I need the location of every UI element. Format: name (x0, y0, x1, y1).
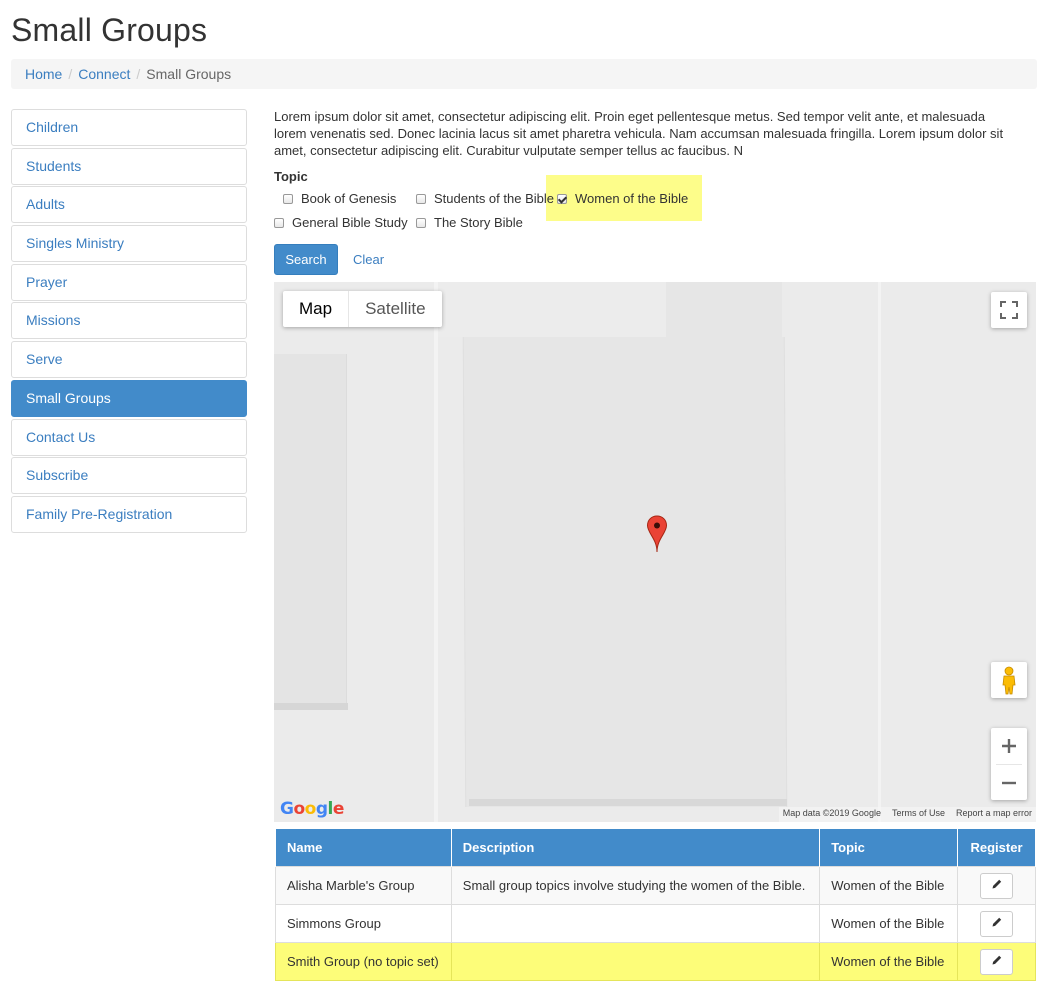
cell-register (957, 866, 1036, 905)
column-header-topic[interactable]: Topic (819, 828, 959, 867)
fullscreen-button[interactable] (991, 292, 1027, 328)
pencil-icon (992, 955, 1001, 964)
sidebar-item-small-groups[interactable]: Small Groups (11, 379, 247, 417)
groups-table: Name Description Topic Register Alisha M… (275, 828, 1036, 981)
register-button[interactable] (980, 910, 1014, 937)
checkbox-checked[interactable] (557, 193, 567, 204)
fullscreen-icon (1000, 301, 1018, 319)
topic-option-label: General Bible Study (292, 215, 408, 230)
map-building-edge (469, 799, 787, 806)
plus-icon (1002, 739, 1016, 753)
column-header-name[interactable]: Name (275, 828, 452, 867)
topic-option-label: Students of the Bible (434, 191, 554, 206)
topic-option-label: Women of the Bible (575, 191, 689, 206)
topic-option-the-story-bible[interactable]: The Story Bible (416, 215, 523, 230)
zoom-out-button[interactable] (991, 765, 1027, 801)
map-building (437, 282, 666, 337)
topic-option-students-of-the-bible[interactable]: Students of the Bible (416, 191, 554, 206)
register-button[interactable] (980, 872, 1014, 899)
sidebar-item-missions[interactable]: Missions (11, 302, 247, 340)
topic-option-book-of-genesis[interactable]: Book of Genesis (283, 191, 396, 206)
sidebar-item-serve[interactable]: Serve (11, 341, 247, 379)
sidebar-item-singles-ministry[interactable]: Singles Ministry (11, 225, 247, 263)
search-button[interactable]: Search (274, 244, 338, 275)
breadcrumb-separator: / (136, 66, 141, 82)
cell-description: Small group topics involve studying the … (450, 866, 821, 905)
breadcrumb: Home / Connect / Small Groups (11, 59, 1037, 89)
table-row[interactable]: Simmons Group Women of the Bible (275, 904, 1036, 943)
topic-option-women-of-the-bible[interactable]: Women of the Bible (557, 191, 688, 206)
topic-option-label: The Story Bible (434, 215, 523, 230)
breadcrumb-connect[interactable]: Connect (78, 66, 130, 82)
table-row[interactable]: Alisha Marble's Group Small group topics… (275, 866, 1036, 905)
page-title: Small Groups (11, 12, 208, 48)
map-building-edge (274, 703, 348, 710)
sidebar-item-students[interactable]: Students (11, 147, 247, 185)
map-report-error-link[interactable]: Report a map error (956, 808, 1032, 821)
cell-topic: Women of the Bible (819, 942, 959, 981)
sidebar-item-adults[interactable]: Adults (11, 186, 247, 224)
pencil-icon (992, 879, 1001, 888)
street-view-pegman-button[interactable] (991, 662, 1027, 698)
register-button[interactable] (980, 948, 1014, 975)
checkbox[interactable] (283, 193, 293, 204)
map-road (434, 282, 438, 822)
zoom-control (991, 728, 1027, 800)
cell-register (957, 942, 1036, 981)
map-marker-icon[interactable] (646, 515, 668, 556)
topic-option-general-bible-study[interactable]: General Bible Study (274, 215, 408, 230)
sidebar-item-prayer[interactable]: Prayer (11, 263, 247, 301)
cell-register (957, 904, 1036, 943)
sidebar-item-family-pre-registration[interactable]: Family Pre-Registration (11, 495, 247, 533)
map-type-control: Map Satellite (283, 291, 442, 327)
pencil-icon (992, 917, 1001, 926)
map-road (878, 282, 881, 822)
sidebar-item-subscribe[interactable]: Subscribe (11, 457, 247, 495)
map-building (666, 282, 782, 339)
map-type-map-button[interactable]: Map (283, 291, 350, 327)
intro-text: Lorem ipsum dolor sit amet, consectetur … (274, 109, 1004, 158)
map-type-satellite-button[interactable]: Satellite (349, 291, 441, 327)
pegman-icon (1002, 666, 1016, 695)
cell-topic: Women of the Bible (819, 904, 959, 943)
map-attribution-bar: Map data ©2019 Google Terms of Use Repor… (778, 807, 1036, 822)
table-row[interactable]: Smith Group (no topic set) Women of the … (275, 942, 1036, 981)
topic-option-label: Book of Genesis (301, 191, 397, 206)
column-header-description[interactable]: Description (450, 828, 821, 867)
checkbox[interactable] (274, 217, 284, 228)
map-terms-link[interactable]: Terms of Use (892, 808, 945, 821)
map-building (274, 354, 347, 710)
table-header-row: Name Description Topic Register (275, 828, 1036, 867)
cell-name: Smith Group (no topic set) (275, 942, 452, 981)
sidebar-nav: Children Students Adults Singles Ministr… (11, 109, 247, 535)
map-view[interactable]: Map Satellite Google Map data ©2019 Goog… (274, 282, 1036, 822)
google-logo[interactable]: Google (280, 799, 344, 819)
map-building (462, 337, 788, 807)
cell-topic: Women of the Bible (819, 866, 959, 905)
zoom-in-button[interactable] (991, 728, 1027, 764)
topic-filter-label: Topic (274, 169, 308, 184)
sidebar-item-contact-us[interactable]: Contact Us (11, 418, 247, 456)
column-header-register: Register (957, 828, 1036, 867)
cell-name: Simmons Group (275, 904, 452, 943)
checkbox[interactable] (416, 193, 426, 204)
main-content: Lorem ipsum dolor sit amet, consectetur … (274, 108, 1036, 159)
cell-name: Alisha Marble's Group (275, 866, 452, 905)
map-attribution: Map data ©2019 Google (782, 808, 881, 818)
cell-description (450, 942, 821, 981)
checkbox[interactable] (416, 217, 426, 228)
clear-link[interactable]: Clear (353, 244, 384, 275)
sidebar-item-children[interactable]: Children (11, 109, 247, 146)
breadcrumb-home[interactable]: Home (25, 66, 62, 82)
breadcrumb-current: Small Groups (146, 66, 232, 82)
breadcrumb-separator: / (68, 66, 73, 82)
minus-icon (1002, 781, 1016, 785)
cell-description (450, 904, 821, 943)
